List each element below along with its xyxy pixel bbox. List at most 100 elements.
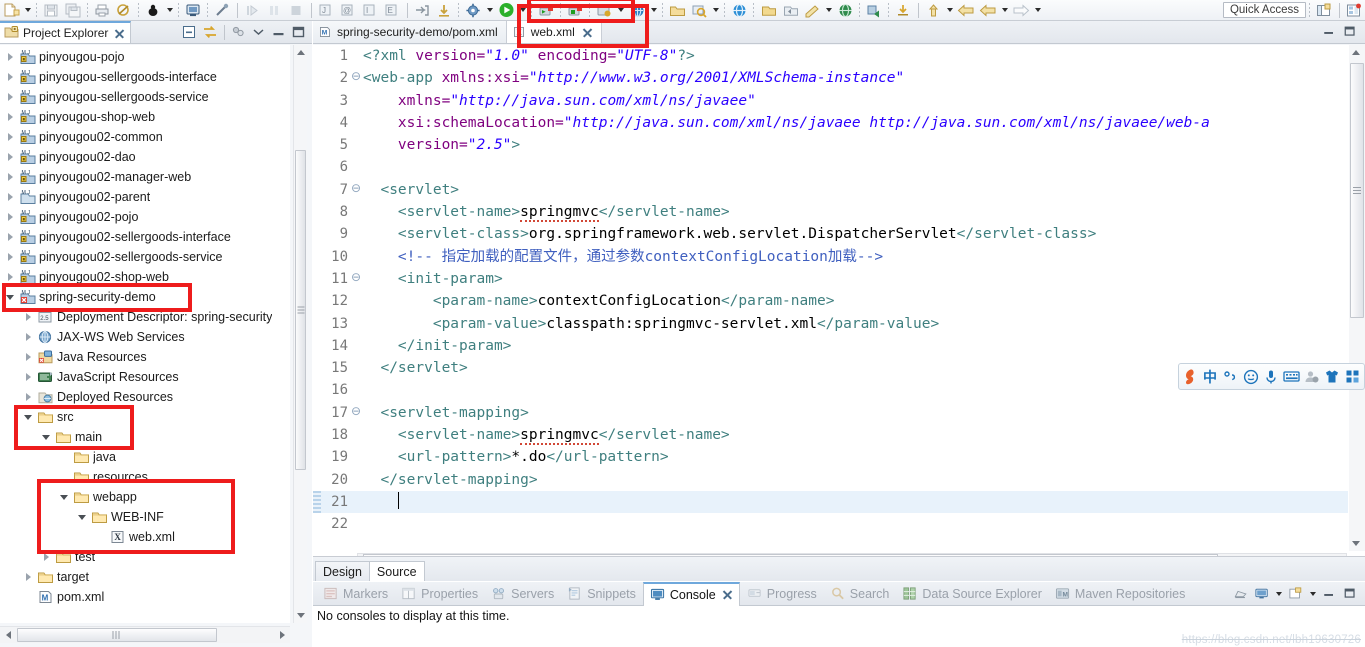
code-line-8[interactable]: 8 <servlet-name>springmvc</servlet-name> — [313, 201, 1348, 223]
expand-twisty-icon[interactable] — [20, 327, 36, 347]
tree-item-pom-xml[interactable]: Mpom.xml — [0, 587, 290, 607]
run-icon[interactable] — [496, 1, 516, 20]
expand-twisty-icon[interactable] — [2, 167, 18, 187]
expand-twisty-icon[interactable] — [2, 187, 18, 207]
console-tab-snippets[interactable]: Snippets — [561, 583, 642, 605]
source-editor[interactable]: 1 <?xml version="1.0" encoding="UTF-8"?> 2… — [313, 45, 1365, 580]
profile-dropdown-arrow[interactable] — [615, 1, 626, 20]
run-as-icon[interactable] — [864, 1, 884, 20]
expand-twisty-icon[interactable] — [2, 207, 18, 227]
code-line-14[interactable]: 14 </init-param> — [313, 335, 1348, 357]
tree-item-java-resources[interactable]: Java Resources — [0, 347, 290, 367]
code-line-2[interactable]: 2 <web-app xmlns:xsi="http://www.w3.org/2… — [313, 65, 1348, 89]
tree-item-pinyougou-sellergoods-interface[interactable]: M Jpinyougou-sellergoods-interface — [0, 67, 290, 87]
collapse-all-icon[interactable] — [180, 23, 199, 42]
run-dropdown-arrow[interactable] — [517, 1, 528, 20]
code-line-5[interactable]: 5 version="2.5"> — [313, 134, 1348, 156]
display-console-icon[interactable] — [1252, 584, 1271, 603]
code-line-22[interactable]: 22 — [313, 513, 1348, 535]
last-edit-dropdown-arrow[interactable] — [823, 1, 834, 20]
download-icon[interactable] — [434, 1, 454, 20]
vscrollbar-thumb[interactable] — [1350, 63, 1364, 318]
run-server-icon[interactable] — [536, 1, 556, 20]
expand-twisty-icon[interactable] — [20, 387, 36, 407]
close-icon[interactable] — [114, 28, 125, 39]
open-console-icon[interactable] — [1286, 584, 1305, 603]
new-file-icon[interactable] — [1, 1, 21, 20]
scroll-left-arrow[interactable] — [0, 627, 16, 643]
code-line-17[interactable]: 17 <servlet-mapping> — [313, 400, 1348, 424]
next-annotation-icon[interactable] — [758, 1, 778, 20]
expand-twisty-icon[interactable] — [2, 67, 18, 87]
debug-dropdown-arrow[interactable] — [164, 1, 175, 20]
maximize-icon[interactable] — [1341, 584, 1360, 603]
scroll-right-arrow[interactable] — [274, 627, 290, 643]
stop-server-icon[interactable] — [565, 1, 585, 20]
external-dropdown-arrow[interactable] — [648, 1, 659, 20]
save-icon[interactable] — [41, 1, 61, 20]
new-java-class-icon[interactable]: J — [316, 1, 336, 20]
voice-input-icon[interactable] — [1262, 366, 1279, 387]
expand-twisty-icon[interactable] — [2, 107, 18, 127]
console-tab-data-source-explorer[interactable]: Data Source Explorer — [896, 583, 1048, 605]
code-line-9[interactable]: 9 <servlet-class>org.springframework.web… — [313, 223, 1348, 245]
skin-icon[interactable] — [1323, 366, 1340, 387]
code-line-11[interactable]: 11 <init-param> — [313, 266, 1348, 290]
soft-keyboard-icon[interactable] — [1283, 366, 1300, 387]
forward-arrow-icon[interactable] — [1011, 1, 1031, 20]
step-into-icon[interactable] — [242, 1, 262, 20]
tree-item-src[interactable]: src — [0, 407, 290, 427]
code-line-4[interactable]: 4 xsi:schemaLocation="http://java.sun.co… — [313, 112, 1348, 134]
external-tools-icon[interactable] — [627, 1, 647, 20]
editor-vscrollbar[interactable] — [1349, 45, 1365, 551]
up-dropdown-arrow[interactable] — [944, 1, 955, 20]
back-icon[interactable] — [893, 1, 913, 20]
emoji-icon[interactable] — [1242, 366, 1259, 387]
code-content[interactable]: 1 <?xml version="1.0" encoding="UTF-8"?> 2… — [313, 45, 1348, 551]
expand-twisty-icon[interactable] — [20, 307, 36, 327]
scroll-up-arrow[interactable] — [1349, 45, 1363, 60]
editor-tab-web-xml[interactable]: Xweb.xml — [506, 21, 602, 43]
tab-project-explorer[interactable]: Project Explorer — [0, 21, 132, 43]
console-tab-search[interactable]: Search — [824, 583, 896, 605]
close-icon[interactable] — [582, 27, 593, 38]
project-tree[interactable]: M Jpinyougou-pojo M Jpinyougou-sellergoods-… — [0, 45, 290, 623]
project-tree-vscrollbar[interactable] — [293, 45, 307, 623]
tree-item-main[interactable]: main — [0, 427, 290, 447]
open-dropdown-arrow[interactable] — [1307, 584, 1318, 603]
editor-mode-tab-design[interactable]: Design — [315, 561, 370, 581]
tree-item-pinyougou02-dao[interactable]: M Jpinyougou02-dao — [0, 147, 290, 167]
expand-twisty-icon[interactable] — [2, 47, 18, 67]
vscrollbar-thumb[interactable] — [295, 150, 306, 470]
tree-item-deployment-descriptor-spring-security[interactable]: 2.5 Deployment Descriptor: spring-securit… — [0, 307, 290, 327]
user-icon[interactable] — [1303, 366, 1320, 387]
scroll-down-arrow[interactable] — [294, 608, 308, 623]
console-tab-properties[interactable]: Properties — [395, 583, 484, 605]
back-dropdown-arrow[interactable] — [999, 1, 1010, 20]
minimize-icon[interactable] — [1320, 584, 1339, 603]
expand-twisty-icon[interactable] — [2, 127, 18, 147]
collapse-twisty-icon[interactable] — [20, 407, 36, 427]
tree-item-resources[interactable]: resources — [0, 467, 290, 487]
view-menu-icon[interactable] — [229, 23, 248, 42]
tree-item-spring-security-demo[interactable]: M Jspring-security-demo — [0, 287, 290, 307]
tree-item-pinyougou02-manager-web[interactable]: M Jpinyougou02-manager-web — [0, 167, 290, 187]
search-dropdown-arrow[interactable] — [710, 1, 721, 20]
back-arrow-2-icon[interactable] — [978, 1, 998, 20]
expand-twisty-icon[interactable] — [2, 267, 18, 287]
tree-item-web-xml[interactable]: Xweb.xml — [0, 527, 290, 547]
code-line-6[interactable]: 6 — [313, 156, 1348, 178]
expand-twisty-icon[interactable] — [2, 227, 18, 247]
maximize-icon[interactable] — [1341, 23, 1360, 42]
console-tab-maven-repositories[interactable]: M Maven Repositories — [1049, 583, 1191, 605]
collapse-twisty-icon[interactable] — [38, 427, 54, 447]
tree-item-pinyougou-sellergoods-service[interactable]: M Jpinyougou-sellergoods-service — [0, 87, 290, 107]
scroll-up-arrow[interactable] — [294, 45, 308, 60]
collapse-twisty-icon[interactable] — [74, 507, 90, 527]
up-icon[interactable] — [923, 1, 943, 20]
tree-item-web-inf[interactable]: WEB-INF — [0, 507, 290, 527]
collapse-twisty-icon[interactable] — [2, 287, 18, 307]
tree-item-pinyougou02-parent[interactable]: M Jpinyougou02-parent — [0, 187, 290, 207]
debug-icon[interactable] — [143, 1, 163, 20]
scroll-down-arrow[interactable] — [1349, 536, 1363, 551]
